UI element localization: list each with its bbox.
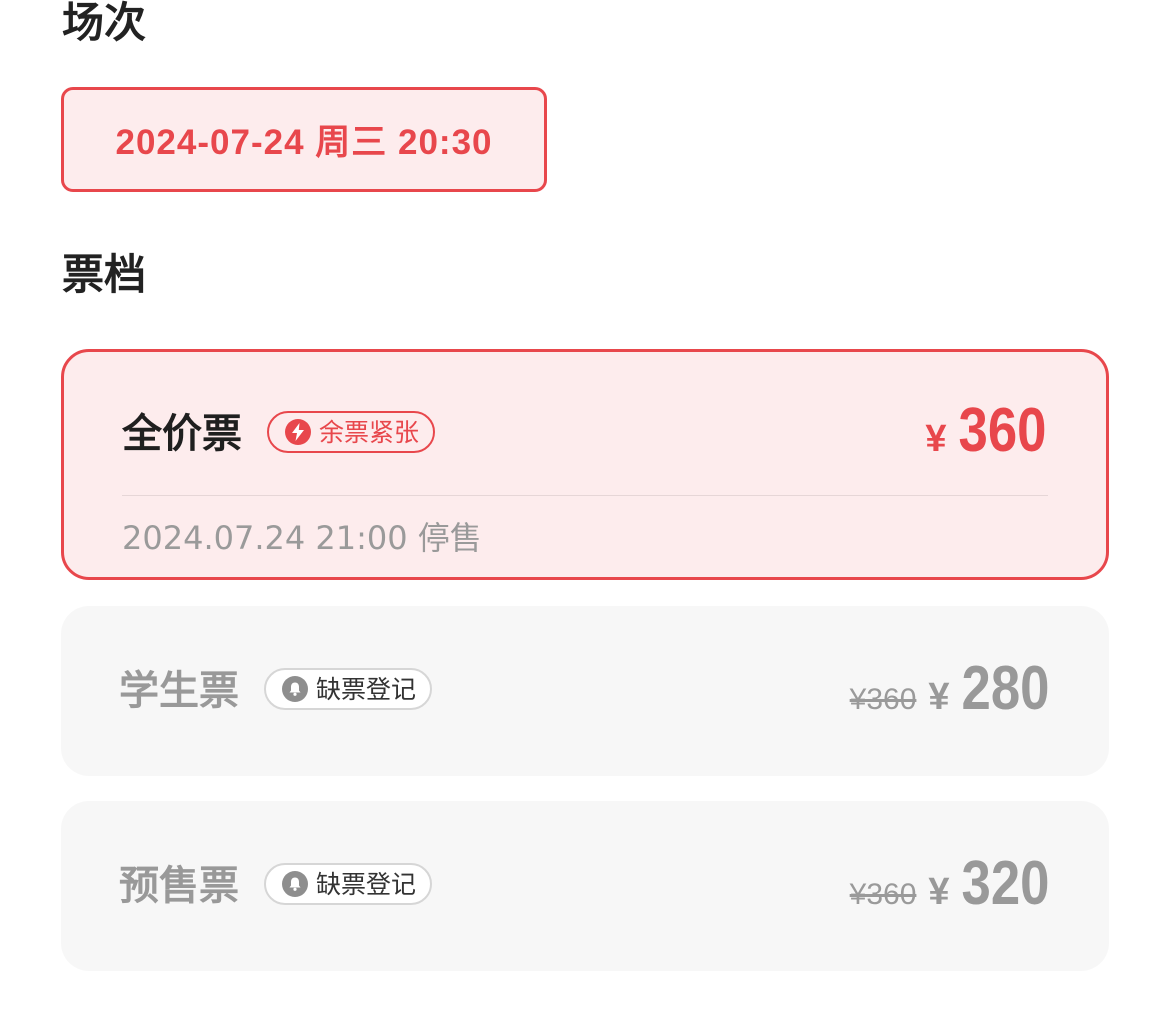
badge-label: 缺票登记 [316,674,417,704]
bell-icon [282,676,308,702]
shortage-register-button[interactable]: 缺票登记 [264,863,433,905]
ticket-option-full-price[interactable]: 全价票 余票紧张 ¥ 360 2024.07.24 21:00 停售 [61,349,1109,580]
bell-icon [282,871,308,897]
ticket-name: 全价票 [122,411,242,457]
ticket-price: ¥360 ¥ 280 [850,658,1049,720]
stop-sale-time: 2024.07.24 21:00 停售 [122,519,482,557]
ticket-selection-page: 场次 2024-07-24 周三 20:30 票档 全价票 余票紧张 ¥ 360… [0,0,1170,1029]
divider [122,495,1048,496]
session-option-label: 2024-07-24 周三 20:30 [115,123,493,162]
lightning-icon [285,419,311,445]
badge-label: 缺票登记 [316,869,417,899]
price-value: 280 [961,654,1049,723]
ticket-option-student[interactable]: 学生票 缺票登记 ¥360 ¥ 280 [61,606,1109,776]
ticket-name: 学生票 [119,668,239,714]
low-stock-badge: 余票紧张 [267,411,436,453]
session-option-selected[interactable]: 2024-07-24 周三 20:30 [61,87,547,192]
badge-label: 余票紧张 [319,417,420,447]
currency-symbol: ¥ [925,418,947,460]
currency-symbol: ¥ [928,676,950,718]
ticket-name: 预售票 [119,863,239,909]
tier-section-title: 票档 [62,250,147,299]
ticket-price: ¥ 360 [925,400,1046,462]
original-price: ¥360 [849,878,917,911]
ticket-option-presale[interactable]: 预售票 缺票登记 ¥360 ¥ 320 [61,801,1109,971]
ticket-price: ¥360 ¥ 320 [850,853,1049,915]
price-value: 320 [961,849,1049,918]
session-section-title: 场次 [62,0,147,47]
price-value: 360 [958,396,1046,465]
shortage-register-button[interactable]: 缺票登记 [264,668,433,710]
currency-symbol: ¥ [928,871,950,913]
original-price: ¥360 [849,683,917,716]
